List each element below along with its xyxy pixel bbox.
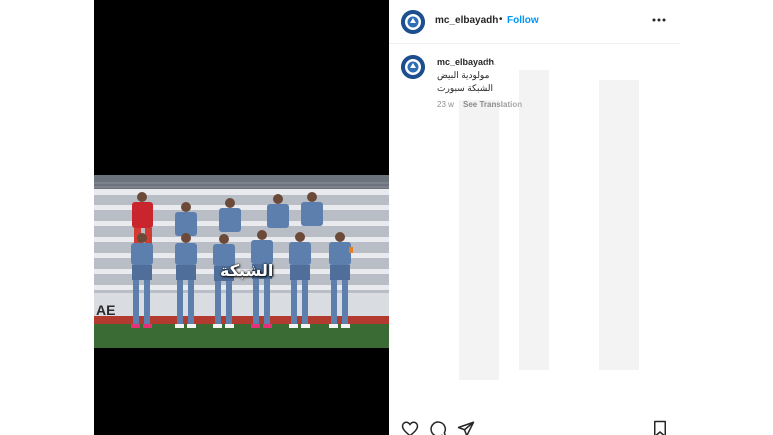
svg-text:AE: AE: [96, 302, 115, 318]
heart-icon[interactable]: [401, 420, 419, 435]
club-logo-icon: [401, 10, 425, 34]
club-logo-icon: [401, 55, 425, 79]
more-horizontal-icon[interactable]: [651, 12, 667, 28]
post-actions-bar: [389, 418, 680, 435]
post-header: mc_elbayadh • Follow: [389, 0, 680, 44]
follow-button[interactable]: Follow: [507, 15, 539, 26]
post-details-panel: mc_elbayadh • Follow mc_elbayadh 2... مو…: [389, 0, 680, 435]
instagram-post-view: AE الشبكة mc_elbayadh • Follow mc_elbaya…: [0, 0, 773, 435]
background-ghost-pattern: [459, 70, 639, 380]
post-media[interactable]: AE الشبكة: [94, 0, 389, 435]
header-separator: •: [499, 14, 503, 25]
avatar[interactable]: [401, 10, 425, 34]
comment-icon[interactable]: [429, 420, 447, 435]
header-username[interactable]: mc_elbayadh: [435, 15, 498, 26]
caption-avatar[interactable]: [401, 55, 425, 79]
bookmark-icon[interactable]: [651, 420, 669, 435]
team-photo: AE الشبكة: [94, 175, 389, 348]
share-icon[interactable]: [457, 420, 475, 435]
photo-watermark: الشبكة: [220, 261, 274, 280]
